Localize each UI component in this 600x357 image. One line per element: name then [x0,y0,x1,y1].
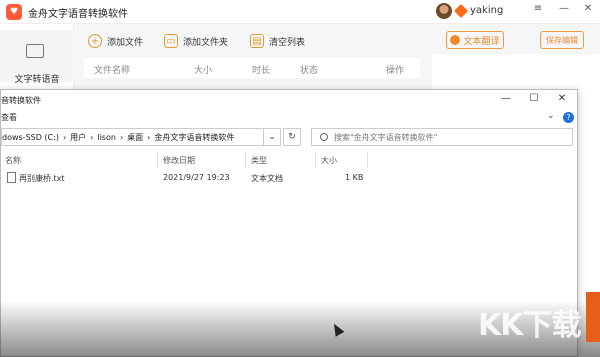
col-status: 状态 [300,66,319,76]
col-duration: 时长 [252,66,271,76]
breadcrumb-user[interactable]: lison [97,133,116,142]
user-avatar[interactable] [436,3,452,19]
column-divider[interactable] [315,152,316,168]
search-icon [320,133,328,141]
search-input[interactable]: 搜索"金舟文字语音转换软件" [311,128,573,146]
address-dropdown-icon[interactable]: ⌄ [263,128,281,146]
app-window: ♥ 金舟文字语音转换软件 yaking ≡ — ✕ 文字转语音 + 添加文件 ▭… [0,0,600,357]
clear-icon: ▤ [250,34,264,48]
col-size[interactable]: 大小 [321,155,337,166]
save-edit-button[interactable]: 保存编辑 [540,31,584,49]
breadcrumb-desktop[interactable]: 桌面 [127,132,143,143]
app-logo-icon: ♥ [6,4,22,20]
explorer-close-button[interactable]: ✕ [553,93,571,104]
text-file-icon [7,172,16,183]
menu-view[interactable]: 查看 [1,112,17,123]
explorer-title-bar: 音转换软件 — ☐ ✕ [1,90,577,110]
text-to-speech-icon [26,44,44,58]
add-file-label: 添加文件 [107,37,144,48]
file-size: 1 KB [345,173,364,182]
title-bar: ♥ 金舟文字语音转换软件 yaking ≡ — ✕ [0,0,600,24]
clear-list-button[interactable]: ▤ 清空列表 [250,32,305,50]
chevron-down-icon[interactable]: ⌄ [547,111,555,121]
toolbar: + 添加文件 ▭ 添加文件夹 ▤ 清空列表 [74,24,600,58]
refresh-icon[interactable]: ↻ [283,128,301,146]
file-list-header: 文件名称 大小 时长 状态 操作 [84,58,420,78]
watermark: KK下载 [478,308,581,343]
menu-button[interactable]: ≡ [530,3,546,14]
translate-label: 文本翻译 [463,36,500,47]
breadcrumb-sep: › [62,132,67,142]
translate-button[interactable]: 文本翻译 [446,31,504,49]
sidebar-item-text-to-speech[interactable]: 文字转语音 [0,30,74,85]
minimize-button[interactable]: — [556,3,572,14]
column-divider[interactable] [157,152,158,168]
file-name: 再别康桥.txt [19,174,65,183]
col-type[interactable]: 类型 [251,155,267,166]
clear-list-label: 清空列表 [269,37,306,48]
close-button[interactable]: ✕ [580,3,596,14]
app-title: 金舟文字语音转换软件 [28,9,128,20]
breadcrumb-sep: › [119,132,124,142]
sidebar-item-label: 文字转语音 [14,75,60,85]
address-bar[interactable]: dows-SSD (C:) › 用户 › lison › 桌面 › 金舟文字语音… [1,128,281,146]
user-name[interactable]: yaking [470,5,503,16]
table-row[interactable]: 再别康桥.txt 2021/9/27 19:23 文本文档 1 KB [1,170,577,186]
search-placeholder: 搜索"金舟文字语音转换软件" [334,132,438,142]
breadcrumb-folder[interactable]: 金舟文字语音转换软件 [154,132,234,143]
help-icon[interactable]: ? [563,112,574,123]
explorer-column-header: 名称 修改日期 类型 大小 [1,152,577,168]
add-folder-label: 添加文件夹 [183,37,229,48]
add-file-button[interactable]: + 添加文件 [88,32,143,50]
col-modified[interactable]: 修改日期 [163,155,195,166]
explorer-minimize-button[interactable]: — [497,93,515,104]
col-action: 操作 [386,66,405,76]
file-type: 文本文档 [251,174,283,183]
translate-icon [450,35,461,45]
edge-strip [586,292,600,342]
file-modified: 2021/9/27 19:23 [163,173,230,182]
folder-icon: ▭ [164,34,178,48]
explorer-maximize-button[interactable]: ☐ [525,93,543,104]
column-divider[interactable] [367,152,368,168]
col-file-name: 文件名称 [94,66,131,76]
add-folder-button[interactable]: ▭ 添加文件夹 [164,32,228,50]
breadcrumb-sep: › [90,132,94,142]
explorer-title: 音转换软件 [1,96,41,105]
column-divider[interactable] [245,152,246,168]
explorer-menu-bar: 查看 ⌄ ? [1,110,577,126]
breadcrumb-sep: › [147,132,151,142]
breadcrumb-drive[interactable]: dows-SSD (C:) [2,133,59,142]
plus-icon: + [88,34,102,48]
breadcrumb-users[interactable]: 用户 [70,132,86,143]
vip-icon [453,3,469,19]
col-name[interactable]: 名称 [5,155,21,166]
col-size: 大小 [194,66,213,76]
